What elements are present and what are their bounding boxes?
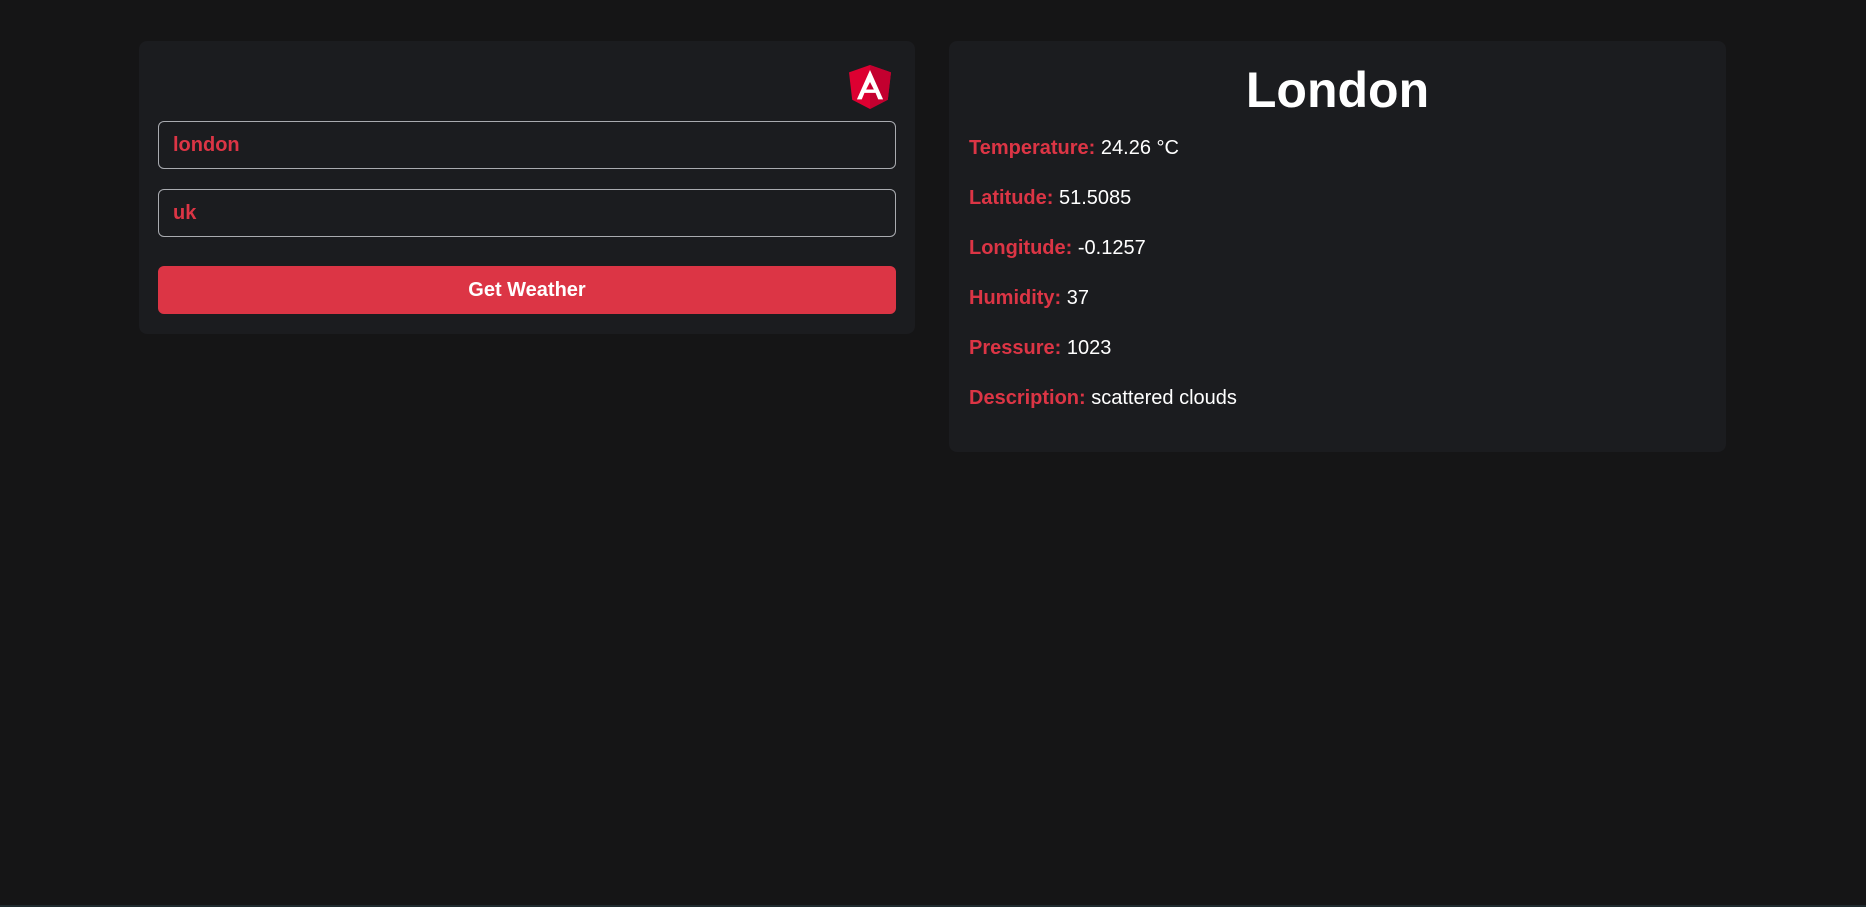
humidity-row: Humidity: 37 [969,285,1089,311]
latitude-value: 51.5085 [1059,187,1132,209]
humidity-label: Humidity: [969,287,1062,309]
latitude-label: Latitude: [969,187,1054,209]
weather-result-card: London Temperature: 24.26 °C Latitude: 5… [949,41,1726,452]
get-weather-button[interactable]: Get Weather [158,266,896,314]
city-title: London [1245,62,1430,118]
angular-logo-icon [849,65,891,109]
description-label: Description: [969,387,1086,409]
search-form-card: Get Weather [139,41,915,334]
pressure-row: Pressure: 1023 [969,335,1111,361]
temperature-value: 24.26 °C [1100,137,1179,159]
country-input[interactable] [158,189,896,237]
city-input[interactable] [158,121,896,169]
pressure-value: 1023 [1066,337,1112,359]
pressure-label: Pressure: [969,337,1062,359]
description-row: Description: scattered clouds [969,385,1237,411]
temperature-label: Temperature: [969,137,1096,159]
temperature-row: Temperature: 24.26 °C [969,135,1179,161]
longitude-value: -0.1257 [1077,237,1146,259]
longitude-row: Longitude: -0.1257 [969,235,1146,261]
latitude-row: Latitude: 51.5085 [969,185,1131,211]
description-value: scattered clouds [1091,387,1237,409]
humidity-value: 37 [1066,287,1090,309]
longitude-label: Longitude: [969,237,1073,259]
